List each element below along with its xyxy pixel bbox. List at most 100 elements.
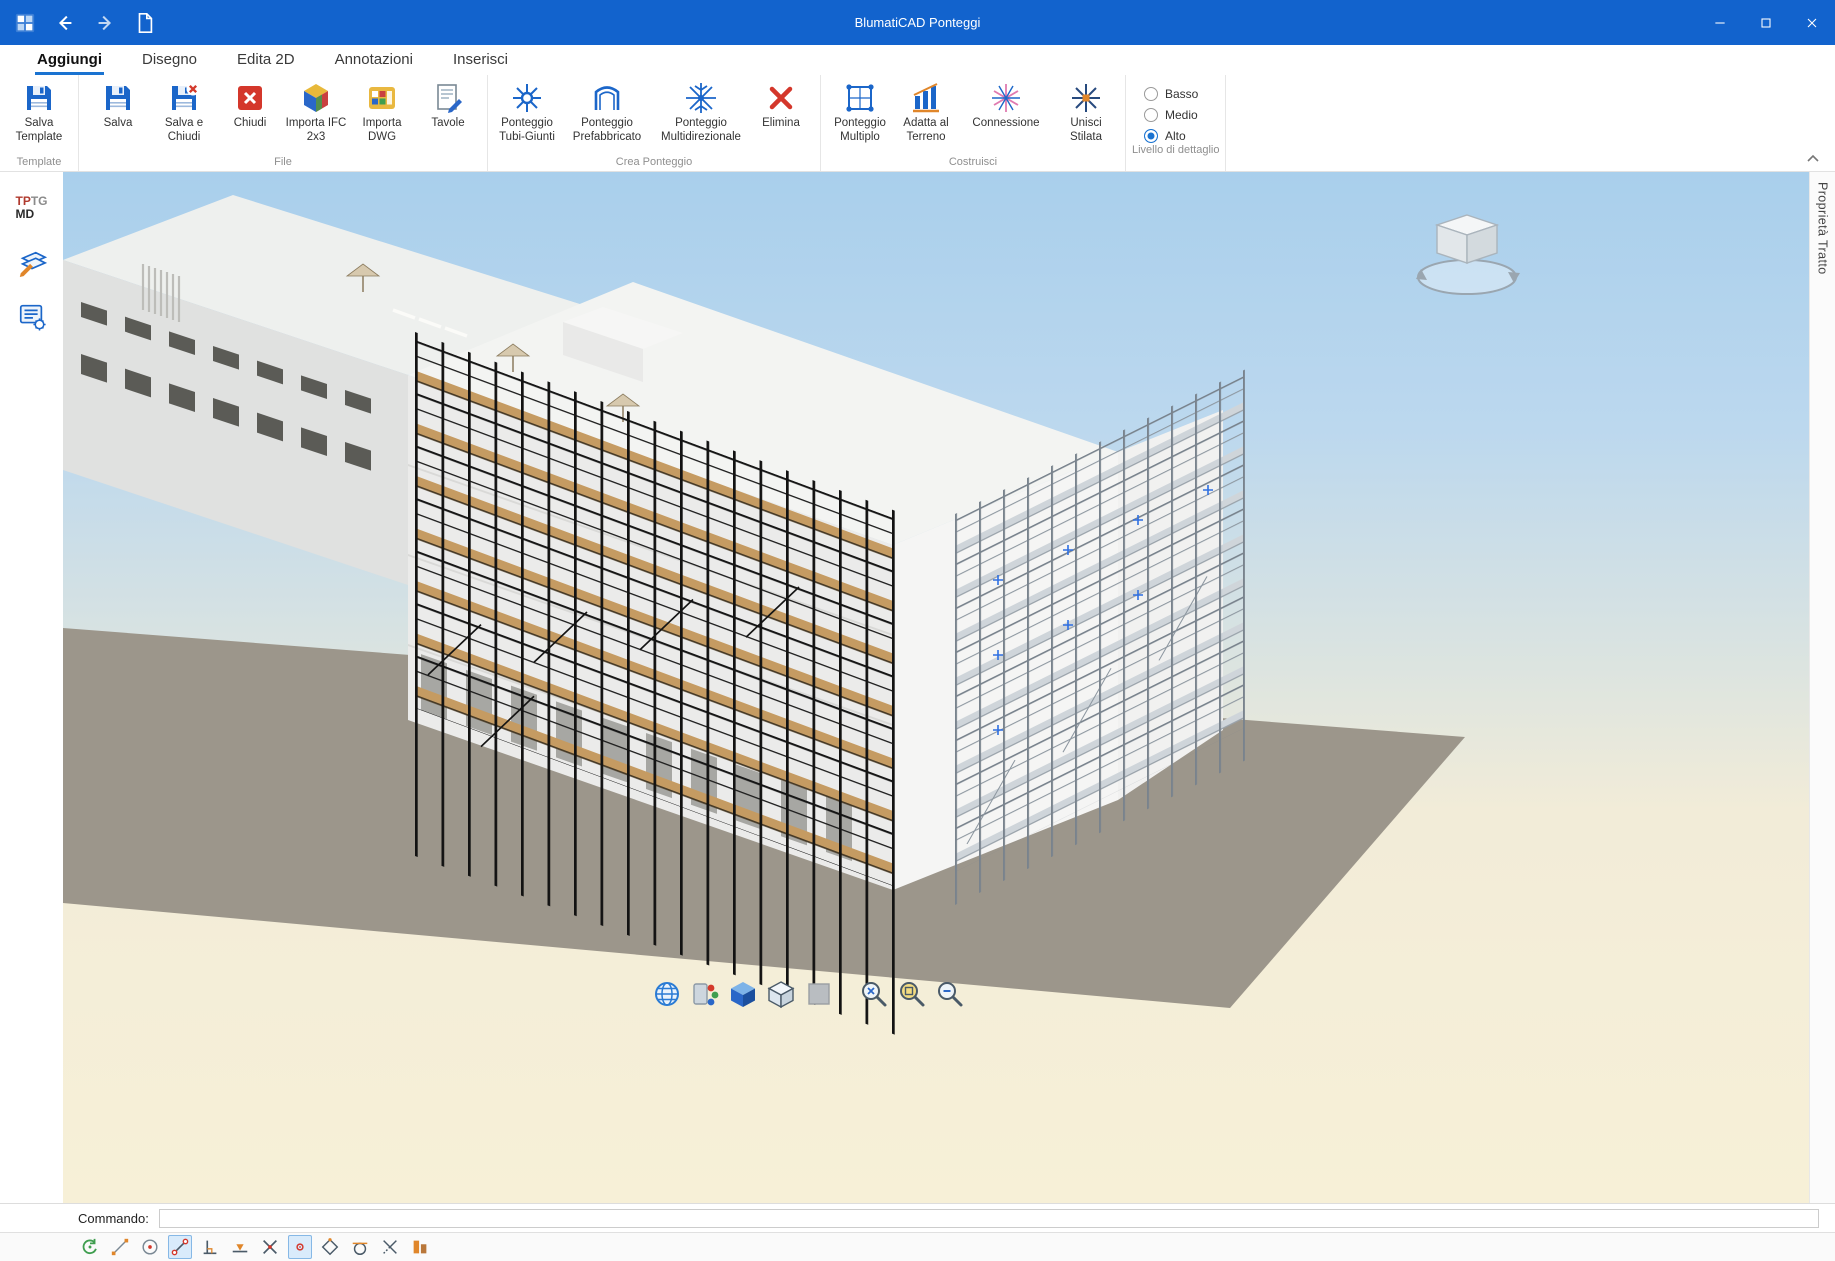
adapt-terrain-icon bbox=[910, 82, 942, 114]
collapse-ribbon-button[interactable] bbox=[1805, 152, 1821, 166]
report-settings-icon bbox=[17, 301, 47, 331]
properties-tab[interactable]: Proprietà Tratto bbox=[1816, 172, 1830, 285]
import-dwg-icon bbox=[366, 82, 398, 114]
zoom-extents-icon[interactable] bbox=[857, 978, 889, 1010]
detail-medio-radio[interactable]: Medio bbox=[1144, 108, 1205, 122]
ribbon-group-file: Salva Salva e Chiudi Chiudi Importa IFC … bbox=[79, 75, 488, 171]
detail-alto-radio[interactable]: Alto bbox=[1144, 129, 1205, 143]
view-toolbar bbox=[651, 978, 965, 1010]
import-ifc-icon bbox=[300, 82, 332, 114]
close-file-icon bbox=[234, 82, 266, 114]
ribbon-group-livello-dettaglio: Basso Medio Alto Livello di dettaglio bbox=[1126, 75, 1226, 171]
salva-e-chiudi-button[interactable]: Salva e Chiudi bbox=[151, 79, 217, 147]
tavole-button[interactable]: Tavole bbox=[415, 79, 481, 134]
chevron-up-icon bbox=[1805, 152, 1821, 166]
navigation-cube-graphic bbox=[1415, 205, 1520, 305]
group-caption-livello: Livello di dettaglio bbox=[1132, 143, 1219, 159]
zoom-previous-icon[interactable] bbox=[933, 978, 965, 1010]
group-caption-crea-ponteggio: Crea Ponteggio bbox=[494, 155, 814, 171]
wireframe-view-icon[interactable] bbox=[765, 978, 797, 1010]
save-icon bbox=[102, 82, 134, 114]
command-input[interactable] bbox=[159, 1209, 1819, 1228]
merge-row-icon bbox=[1070, 82, 1102, 114]
md-label: MD bbox=[15, 207, 34, 221]
app-icon bbox=[14, 12, 36, 34]
importa-dwg-button[interactable]: Importa DWG bbox=[349, 79, 415, 147]
tab-disegno[interactable]: Disegno bbox=[140, 47, 199, 75]
connessione-button[interactable]: Connessione bbox=[959, 79, 1053, 134]
chiudi-button[interactable]: Chiudi bbox=[217, 79, 283, 134]
maximize-button[interactable] bbox=[1743, 0, 1789, 45]
viewport-3d[interactable] bbox=[63, 172, 1809, 1203]
detail-medio-label: Medio bbox=[1165, 108, 1198, 122]
visual-style-icon[interactable] bbox=[689, 978, 721, 1010]
snap-midpoint-icon[interactable] bbox=[228, 1235, 252, 1259]
plane-view-icon[interactable] bbox=[803, 978, 835, 1010]
snap-quadrant-icon[interactable] bbox=[318, 1235, 342, 1259]
elimina-button[interactable]: Elimina bbox=[748, 79, 814, 134]
ribbon-group-costruisci: Ponteggio Multiplo Adatta al Terreno Con… bbox=[821, 75, 1126, 171]
snap-center-icon[interactable] bbox=[138, 1235, 162, 1259]
navigation-cube[interactable] bbox=[1415, 205, 1520, 305]
detail-basso-label: Basso bbox=[1165, 87, 1198, 101]
snap-node-icon[interactable] bbox=[288, 1235, 312, 1259]
salva-button[interactable]: Salva bbox=[85, 79, 151, 134]
adatta-al-terreno-button[interactable]: Adatta al Terreno bbox=[893, 79, 959, 147]
left-toolbar: TPTG MD bbox=[0, 172, 63, 1203]
new-document-button[interactable] bbox=[134, 12, 156, 34]
tg-label: TG bbox=[31, 194, 48, 208]
ponteggio-tubi-giunti-button[interactable]: Ponteggio Tubi-Giunti bbox=[494, 79, 560, 147]
window-controls bbox=[1697, 0, 1835, 45]
tab-edita-2d[interactable]: Edita 2D bbox=[235, 47, 297, 75]
radio-icon bbox=[1144, 87, 1158, 101]
snap-rotate-icon[interactable] bbox=[78, 1235, 102, 1259]
ponteggio-multidirezionale-button[interactable]: Ponteggio Multidirezionale bbox=[654, 79, 748, 147]
connection-icon bbox=[990, 82, 1022, 114]
ribbon-group-template: Salva Template Template bbox=[0, 75, 79, 171]
salva-template-button[interactable]: Salva Template bbox=[6, 79, 72, 147]
scene-3d bbox=[63, 172, 1809, 1203]
command-bar: Commando: bbox=[0, 1203, 1835, 1232]
detail-basso-radio[interactable]: Basso bbox=[1144, 87, 1205, 101]
pan-globe-icon[interactable] bbox=[651, 978, 683, 1010]
snap-tangent-icon[interactable] bbox=[348, 1235, 372, 1259]
snap-intersection-icon[interactable] bbox=[258, 1235, 282, 1259]
app-window: BlumatiCAD Ponteggi Aggiungi Disegno Edi… bbox=[0, 0, 1835, 1261]
ponteggio-multiplo-button[interactable]: Ponteggio Multiplo bbox=[827, 79, 893, 147]
report-settings-tool-button[interactable] bbox=[11, 296, 53, 336]
delete-icon bbox=[765, 82, 797, 114]
snap-perpendicular-icon[interactable] bbox=[198, 1235, 222, 1259]
prefab-scaffold-icon bbox=[591, 82, 623, 114]
minimize-button[interactable] bbox=[1697, 0, 1743, 45]
ponteggio-prefabbricato-button[interactable]: Ponteggio Prefabbricato bbox=[560, 79, 654, 147]
quick-access-toolbar bbox=[0, 12, 156, 34]
tab-aggiungi[interactable]: Aggiungi bbox=[35, 47, 104, 75]
tab-annotazioni[interactable]: Annotazioni bbox=[333, 47, 415, 75]
ribbon-group-crea-ponteggio: Ponteggio Tubi-Giunti Ponteggio Prefabbr… bbox=[488, 75, 821, 171]
snap-apparent-intersection-icon[interactable] bbox=[378, 1235, 402, 1259]
radio-icon bbox=[1144, 108, 1158, 122]
multi-scaffold-icon bbox=[844, 82, 876, 114]
snap-insert-icon[interactable] bbox=[408, 1235, 432, 1259]
shaded-view-icon[interactable] bbox=[727, 978, 759, 1010]
importa-ifc-button[interactable]: Importa IFC 2x3 bbox=[283, 79, 349, 147]
unisci-stilata-button[interactable]: Unisci Stilata bbox=[1053, 79, 1119, 147]
properties-panel-strip: Proprietà Tratto bbox=[1809, 172, 1835, 1203]
snap-endpoint-icon[interactable] bbox=[168, 1235, 192, 1259]
tab-inserisci[interactable]: Inserisci bbox=[451, 47, 510, 75]
layers-tool-button[interactable] bbox=[11, 242, 53, 282]
forward-button[interactable] bbox=[94, 12, 116, 34]
window-title: BlumatiCAD Ponteggi bbox=[855, 15, 981, 30]
ribbon: Salva Template Template Salva Salva e Ch… bbox=[0, 75, 1835, 172]
close-button[interactable] bbox=[1789, 0, 1835, 45]
save-template-icon bbox=[23, 82, 55, 114]
main-area: TPTG MD bbox=[0, 172, 1835, 1203]
text-styles-tool-button[interactable]: TPTG MD bbox=[11, 188, 53, 228]
command-label: Commando: bbox=[78, 1211, 149, 1226]
group-caption-file: File bbox=[85, 155, 481, 171]
zoom-window-icon[interactable] bbox=[895, 978, 927, 1010]
tp-label: TP bbox=[15, 194, 30, 208]
titlebar: BlumatiCAD Ponteggi bbox=[0, 0, 1835, 45]
back-button[interactable] bbox=[54, 12, 76, 34]
snap-line-icon[interactable] bbox=[108, 1235, 132, 1259]
